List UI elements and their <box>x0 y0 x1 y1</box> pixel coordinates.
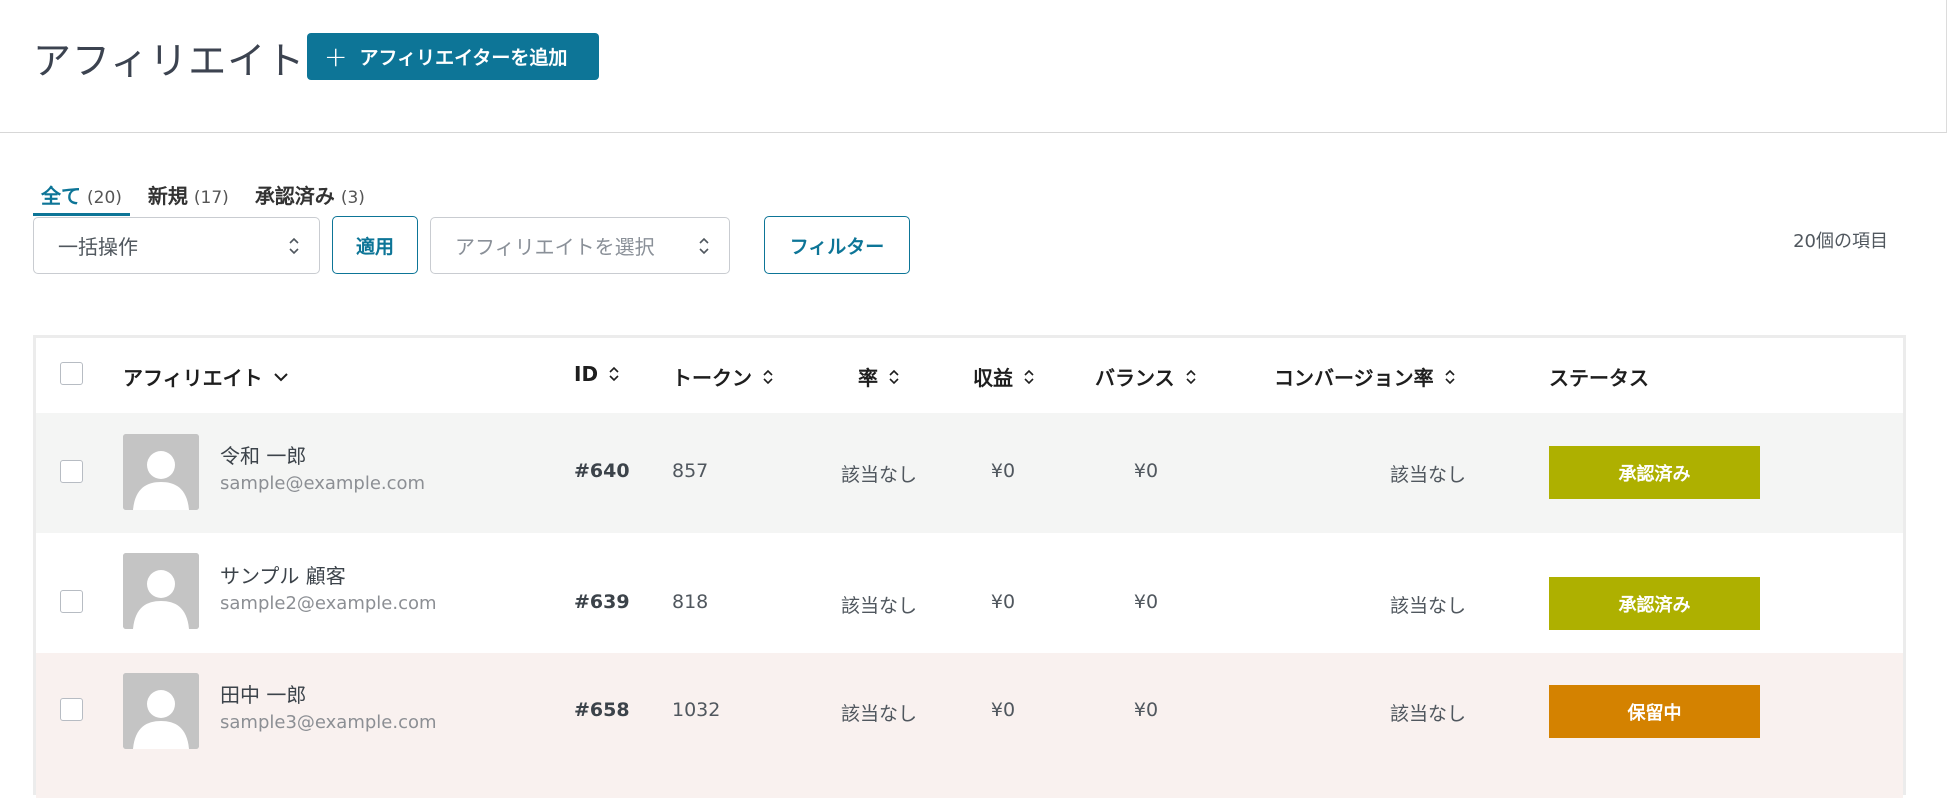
sort-icon <box>763 369 773 384</box>
affiliate-token: 818 <box>672 591 709 613</box>
avatar <box>123 434 199 510</box>
add-affiliate-button[interactable]: + アフィリエイターを追加 <box>307 33 599 80</box>
affiliate-conversion: 該当なし <box>1390 464 1467 486</box>
user-placeholder-icon <box>123 673 199 749</box>
table-row: 田中 一郎 sample3@example.com #658 1032 該当なし… <box>36 653 1903 798</box>
affiliate-name[interactable]: 田中 一郎 <box>220 679 306 708</box>
tab-all-count: (20) <box>87 188 122 208</box>
tab-new[interactable]: 新規 (17) <box>140 176 237 216</box>
affiliate-earnings: ¥0 <box>990 699 1016 721</box>
column-header-status: ステータス <box>1549 362 1649 391</box>
tab-approved-label: 承認済み <box>254 184 335 208</box>
column-header-status-label: ステータス <box>1549 366 1649 390</box>
status-tabs: 全て (20) 新規 (17) 承認済み (3) <box>33 176 383 216</box>
affiliates-table: アフィリエイト ID トークン 率 収益 バランス コンバージョン率 ステータス… <box>33 335 1906 798</box>
affiliate-email: sample2@example.com <box>220 593 437 614</box>
affiliate-email: sample3@example.com <box>220 712 437 733</box>
column-header-conversion-label: コンバージョン率 <box>1274 366 1434 390</box>
affiliate-token: 1032 <box>672 699 721 721</box>
status-badge[interactable]: 承認済み <box>1549 577 1760 630</box>
row-checkbox[interactable] <box>60 460 83 483</box>
affiliate-earnings: ¥0 <box>990 591 1016 613</box>
affiliate-id: #640 <box>574 460 630 482</box>
page-header: アフィリエイト + アフィリエイターを追加 <box>0 0 1947 133</box>
user-placeholder-icon <box>123 553 199 629</box>
item-count: 20個の項目 <box>1793 231 1888 252</box>
row-checkbox[interactable] <box>60 590 83 613</box>
affiliate-id: #658 <box>574 699 630 721</box>
avatar <box>123 553 199 629</box>
bulk-action-select[interactable]: 一括操作 <box>33 217 320 274</box>
column-header-earnings-label: 収益 <box>973 366 1013 390</box>
chevron-updown-icon <box>699 237 709 255</box>
column-header-id[interactable]: ID <box>574 362 620 386</box>
chevron-updown-icon <box>289 237 299 255</box>
tab-new-label: 新規 <box>147 184 188 208</box>
tab-new-count: (17) <box>193 188 229 208</box>
plus-icon: + <box>324 39 348 73</box>
column-header-token-label: トークン <box>672 366 752 390</box>
column-header-balance[interactable]: バランス <box>1095 362 1197 391</box>
apply-button[interactable]: 適用 <box>332 216 418 274</box>
table-row: サンプル 顧客 sample2@example.com #639 818 該当な… <box>36 533 1903 653</box>
tab-all[interactable]: 全て (20) <box>33 176 130 216</box>
affiliate-rate: 該当なし <box>840 703 918 725</box>
affiliate-name[interactable]: サンプル 顧客 <box>220 560 346 589</box>
affiliate-earnings: ¥0 <box>990 460 1016 482</box>
user-placeholder-icon <box>123 434 199 510</box>
add-affiliate-label: アフィリエイターを追加 <box>359 47 568 69</box>
tab-approved[interactable]: 承認済み (3) <box>247 176 373 216</box>
column-header-token[interactable]: トークン <box>672 362 774 391</box>
sort-icon <box>889 369 899 384</box>
affiliate-rate: 該当なし <box>840 595 918 617</box>
affiliate-id: #639 <box>574 591 630 613</box>
chevron-down-icon <box>273 372 288 381</box>
sort-icon <box>1186 369 1196 384</box>
affiliate-select-placeholder: アフィリエイトを選択 <box>455 235 655 259</box>
affiliate-balance: ¥0 <box>1133 591 1159 613</box>
affiliate-balance: ¥0 <box>1133 699 1159 721</box>
column-header-rate-label: 率 <box>858 366 878 390</box>
column-header-affiliate[interactable]: アフィリエイト <box>123 362 289 391</box>
sort-icon <box>609 366 619 382</box>
filter-button[interactable]: フィルター <box>764 216 910 274</box>
sort-icon <box>1024 369 1034 384</box>
sort-icon <box>1445 369 1455 384</box>
bulk-action-value: 一括操作 <box>58 235 138 259</box>
affiliate-email: sample@example.com <box>220 473 426 494</box>
affiliate-conversion: 該当なし <box>1390 595 1467 617</box>
avatar <box>123 673 199 749</box>
status-badge[interactable]: 承認済み <box>1549 446 1760 499</box>
select-all-checkbox[interactable] <box>60 362 83 385</box>
status-badge[interactable]: 保留中 <box>1549 685 1760 738</box>
page-title: アフィリエイト <box>33 39 306 83</box>
affiliate-token: 857 <box>672 460 709 482</box>
column-header-balance-label: バランス <box>1095 366 1175 390</box>
column-header-earnings[interactable]: 収益 <box>973 362 1035 391</box>
affiliate-balance: ¥0 <box>1133 460 1159 482</box>
tab-approved-count: (3) <box>340 188 365 208</box>
affiliate-conversion: 該当なし <box>1390 703 1467 725</box>
tab-all-label: 全て <box>41 184 81 208</box>
affiliate-select[interactable]: アフィリエイトを選択 <box>430 217 730 274</box>
table-header: アフィリエイト ID トークン 率 収益 バランス コンバージョン率 ステータス <box>36 338 1903 413</box>
column-header-rate[interactable]: 率 <box>858 362 900 391</box>
affiliate-rate: 該当なし <box>840 464 918 486</box>
affiliate-name[interactable]: 令和 一郎 <box>220 440 306 469</box>
row-checkbox[interactable] <box>60 698 83 721</box>
column-header-id-label: ID <box>574 362 599 386</box>
table-row: 令和 一郎 sample@example.com #640 857 該当なし ¥… <box>36 413 1903 533</box>
column-header-affiliate-label: アフィリエイト <box>123 366 263 390</box>
column-header-conversion[interactable]: コンバージョン率 <box>1274 362 1456 391</box>
